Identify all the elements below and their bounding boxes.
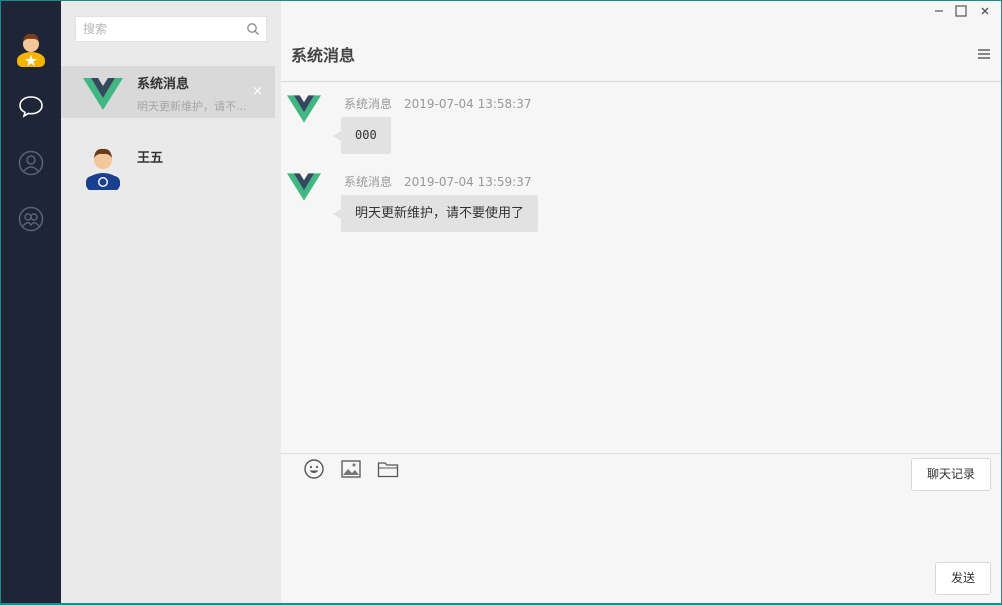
session-list: 系统消息 明天更新维护，请不... × 王五	[61, 1, 281, 603]
maximize-icon[interactable]	[951, 1, 971, 21]
minimize-icon[interactable]	[929, 1, 949, 21]
menu-icon[interactable]	[977, 47, 991, 61]
session-item-system[interactable]: 系统消息 明天更新维护，请不... ×	[61, 66, 275, 118]
message-bubble: 000	[333, 117, 391, 154]
message-meta: 系统消息 2019-07-04 13:58:37	[344, 95, 531, 112]
chat-bubble-icon[interactable]	[18, 93, 44, 119]
message-time: 2019-07-04 13:58:37	[404, 97, 532, 111]
image-icon[interactable]	[340, 459, 362, 479]
session-item-wangwu[interactable]: 王五	[61, 139, 275, 191]
send-button[interactable]: 发送	[935, 562, 991, 595]
session-name: 王五	[137, 151, 164, 166]
group-icon[interactable]	[18, 206, 44, 232]
vue-logo-icon	[83, 78, 123, 110]
search-icon[interactable]	[246, 22, 260, 36]
vue-logo-icon	[287, 173, 321, 201]
close-icon[interactable]	[975, 1, 995, 21]
search-box	[75, 16, 267, 42]
session-preview: 明天更新维护，请不...	[137, 100, 247, 113]
session-close-icon[interactable]: ×	[252, 85, 263, 99]
emoji-icon[interactable]	[303, 459, 325, 479]
message-time: 2019-07-04 13:59:37	[404, 175, 532, 189]
chat-title: 系统消息	[291, 46, 356, 65]
folder-icon[interactable]	[377, 459, 399, 479]
contact-icon[interactable]	[18, 150, 44, 176]
chat-history-button[interactable]: 聊天记录	[911, 458, 991, 491]
message-meta: 系统消息 2019-07-04 13:59:37	[344, 173, 531, 190]
message-input[interactable]	[281, 497, 921, 597]
vue-logo-icon	[287, 95, 321, 123]
user-avatar[interactable]	[15, 29, 47, 67]
session-name: 系统消息	[137, 77, 190, 92]
message-bubble: 明天更新维护，请不要使用了	[332, 195, 539, 232]
message-sender: 系统消息	[344, 97, 393, 111]
user-avatar-icon	[86, 148, 120, 190]
left-rail	[1, 1, 61, 603]
chat-panel: 系统消息 系统消息 2019-07-04 13:58:37 000 系统消息 201	[281, 1, 1001, 603]
header-divider	[281, 81, 1001, 82]
search-input[interactable]	[76, 17, 236, 41]
app-window: 系统消息 明天更新维护，请不... × 王五 系统	[1, 1, 1001, 603]
toolbar-divider	[281, 453, 1001, 454]
message-sender: 系统消息	[344, 175, 393, 189]
